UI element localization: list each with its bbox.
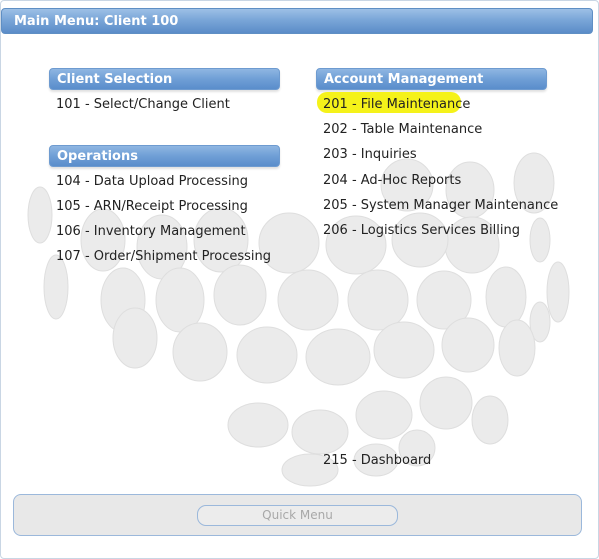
quick-menu-button[interactable]: Quick Menu: [197, 505, 398, 526]
menu-item-106[interactable]: 106 - Inventory Management: [56, 223, 246, 240]
menu-item-204[interactable]: 204 - Ad-Hoc Reports: [323, 172, 461, 189]
menu-item-205[interactable]: 205 - System Manager Maintenance: [323, 197, 558, 214]
menu-item-202[interactable]: 202 - Table Maintenance: [323, 121, 482, 138]
section-header-client-selection: Client Selection: [49, 68, 280, 90]
menu-item-203[interactable]: 203 - Inquiries: [323, 146, 417, 163]
menu-item-101[interactable]: 101 - Select/Change Client: [56, 96, 230, 113]
menu-item-104[interactable]: 104 - Data Upload Processing: [56, 173, 248, 190]
section-header-account-management: Account Management: [316, 68, 547, 90]
menu-item-107[interactable]: 107 - Order/Shipment Processing: [56, 248, 271, 265]
menu-item-206[interactable]: 206 - Logistics Services Billing: [323, 222, 520, 239]
window-title: Main Menu: Client 100: [1, 8, 593, 34]
menu-item-105[interactable]: 105 - ARN/Receipt Processing: [56, 198, 248, 215]
section-header-operations: Operations: [49, 145, 280, 167]
menu-item-215[interactable]: 215 - Dashboard: [323, 452, 431, 469]
menu-item-201[interactable]: 201 - File Maintenance: [323, 96, 470, 113]
